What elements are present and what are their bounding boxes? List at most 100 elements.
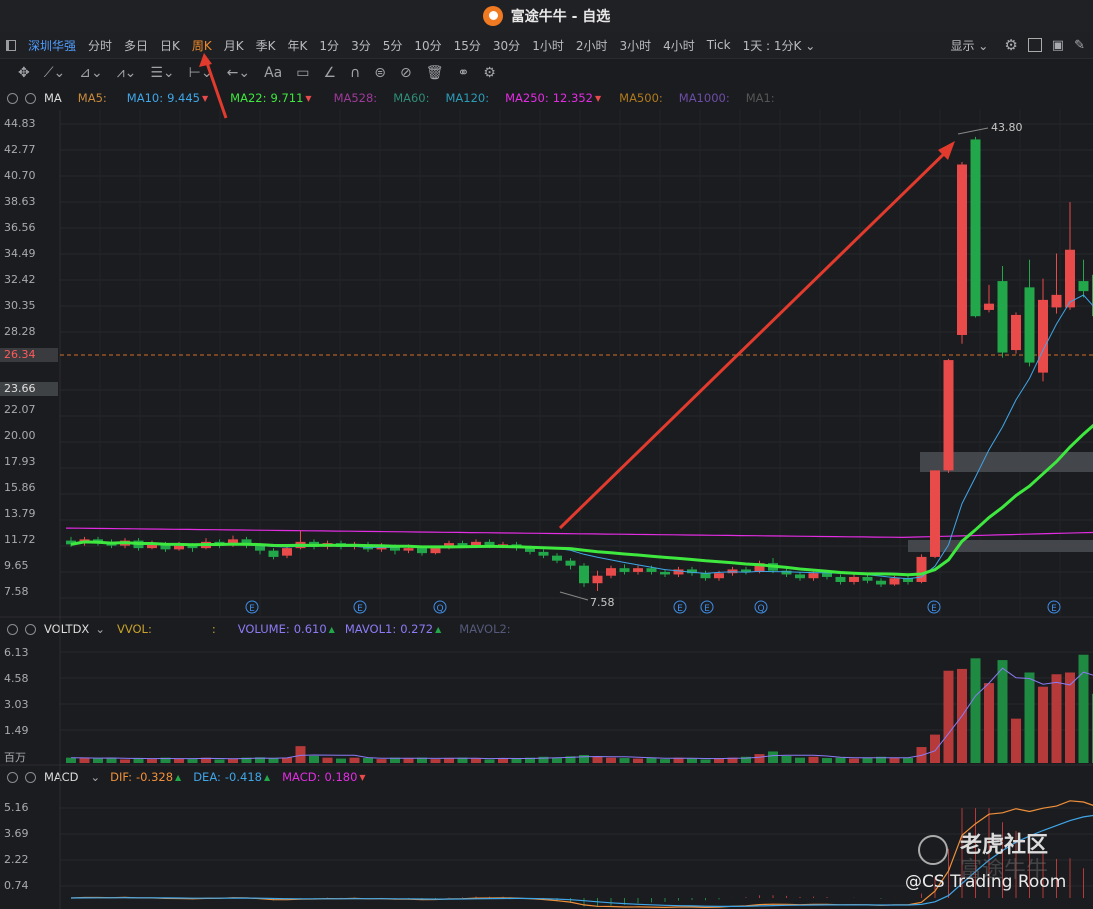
candle-body bbox=[822, 573, 832, 577]
low-price-annotation: 7.58 bbox=[590, 596, 615, 609]
volume-bar bbox=[1038, 686, 1048, 763]
event-marker-label: E bbox=[931, 604, 937, 614]
volume-bar bbox=[781, 755, 792, 763]
volume-bar bbox=[93, 758, 103, 763]
volume-bar bbox=[768, 751, 778, 763]
candle-body bbox=[1051, 294, 1062, 308]
candle-body bbox=[835, 576, 846, 582]
event-marker-label: Q bbox=[436, 604, 443, 614]
candle-body bbox=[282, 548, 292, 556]
volume-bar bbox=[1065, 672, 1075, 763]
volume-bar bbox=[930, 734, 940, 763]
volume-bar bbox=[984, 683, 994, 763]
volume-bar bbox=[700, 759, 711, 763]
candle-body bbox=[1011, 314, 1021, 351]
volume-bar bbox=[1011, 718, 1021, 763]
candle-body bbox=[417, 548, 427, 554]
volume-bar bbox=[363, 758, 373, 763]
volume-bar bbox=[322, 757, 333, 763]
candle-body bbox=[552, 555, 562, 561]
candle-body bbox=[808, 573, 819, 579]
volume-bar bbox=[295, 746, 306, 763]
volume-bar bbox=[903, 758, 913, 763]
volume-bar bbox=[336, 758, 346, 763]
volume-bar bbox=[1024, 672, 1035, 763]
tab-pointer-arrow-head bbox=[199, 53, 212, 67]
volume-bar bbox=[849, 758, 859, 763]
candle-body bbox=[1038, 299, 1048, 373]
candle-body bbox=[538, 551, 549, 556]
volume-bar bbox=[187, 759, 198, 763]
candle-body bbox=[633, 568, 643, 572]
watermark-credit: @CS Trading Room bbox=[905, 872, 1067, 892]
trend-arrow bbox=[558, 146, 952, 530]
volume-bar bbox=[889, 757, 900, 763]
candle-body bbox=[862, 576, 873, 581]
volume-bar bbox=[660, 759, 670, 763]
candle-body bbox=[403, 548, 414, 551]
candle-body bbox=[876, 580, 886, 585]
candle-body bbox=[714, 573, 724, 579]
volume-bar bbox=[309, 755, 319, 763]
volume-bar bbox=[376, 759, 387, 763]
event-marker-label: E bbox=[677, 604, 683, 614]
candle-body bbox=[984, 303, 994, 310]
volume-bar bbox=[943, 670, 954, 763]
candle-body bbox=[660, 571, 670, 575]
candle-body bbox=[997, 281, 1008, 353]
volume-bar bbox=[228, 758, 238, 763]
volume-bar bbox=[552, 757, 562, 763]
volume-bar bbox=[471, 758, 481, 763]
volume-bar bbox=[754, 754, 765, 763]
high-annotation-leader bbox=[957, 127, 989, 135]
volume-bar bbox=[430, 759, 441, 763]
candle-body bbox=[619, 568, 630, 572]
candle-body bbox=[430, 548, 441, 554]
volume-bar bbox=[687, 758, 697, 763]
volume-bar bbox=[444, 758, 454, 763]
kline-chart[interactable]: EEQEEQEE bbox=[0, 0, 1093, 909]
volume-bar bbox=[822, 758, 832, 763]
candle-body bbox=[943, 360, 954, 471]
volume-bar bbox=[174, 758, 184, 763]
candle-body bbox=[930, 470, 940, 557]
candle-body bbox=[606, 568, 616, 576]
volume-bar bbox=[592, 756, 603, 763]
volume-bar bbox=[795, 757, 805, 763]
candle-body bbox=[957, 164, 967, 335]
candle-body bbox=[916, 556, 927, 582]
event-marker-label: E bbox=[704, 604, 710, 614]
volume-bar bbox=[835, 757, 846, 763]
high-price-annotation: 43.80 bbox=[991, 121, 1023, 134]
volume-bar bbox=[997, 660, 1008, 763]
candle-body bbox=[565, 560, 576, 566]
candle-body bbox=[592, 575, 603, 584]
volume-bar bbox=[511, 758, 522, 763]
event-marker-label: E bbox=[1051, 604, 1057, 614]
volume-bar bbox=[120, 759, 130, 763]
low-annotation-leader bbox=[559, 591, 589, 601]
volume-bar bbox=[606, 757, 616, 763]
candle-body bbox=[1078, 281, 1089, 292]
volume-bar bbox=[862, 757, 873, 763]
candle-body bbox=[174, 545, 184, 550]
volume-bar bbox=[214, 759, 225, 763]
volume-bar bbox=[79, 758, 90, 763]
volume-bar bbox=[147, 759, 157, 763]
volume-bar bbox=[1051, 674, 1062, 763]
candle-body bbox=[795, 574, 805, 579]
volume-bar bbox=[66, 757, 76, 763]
event-marker-label: Q bbox=[757, 604, 764, 614]
candle-body bbox=[700, 573, 711, 579]
volume-bar bbox=[633, 758, 643, 763]
candle-body bbox=[1024, 287, 1035, 363]
volume-bar bbox=[619, 758, 630, 763]
mavol1-line bbox=[70, 667, 1093, 760]
volume-bar bbox=[1078, 654, 1089, 763]
volume-bar bbox=[403, 758, 414, 763]
candle-body bbox=[579, 565, 589, 584]
volume-bar bbox=[268, 758, 279, 763]
tab-pointer-arrow bbox=[205, 62, 228, 119]
candle-body bbox=[1065, 249, 1075, 308]
candle-body bbox=[268, 550, 279, 557]
